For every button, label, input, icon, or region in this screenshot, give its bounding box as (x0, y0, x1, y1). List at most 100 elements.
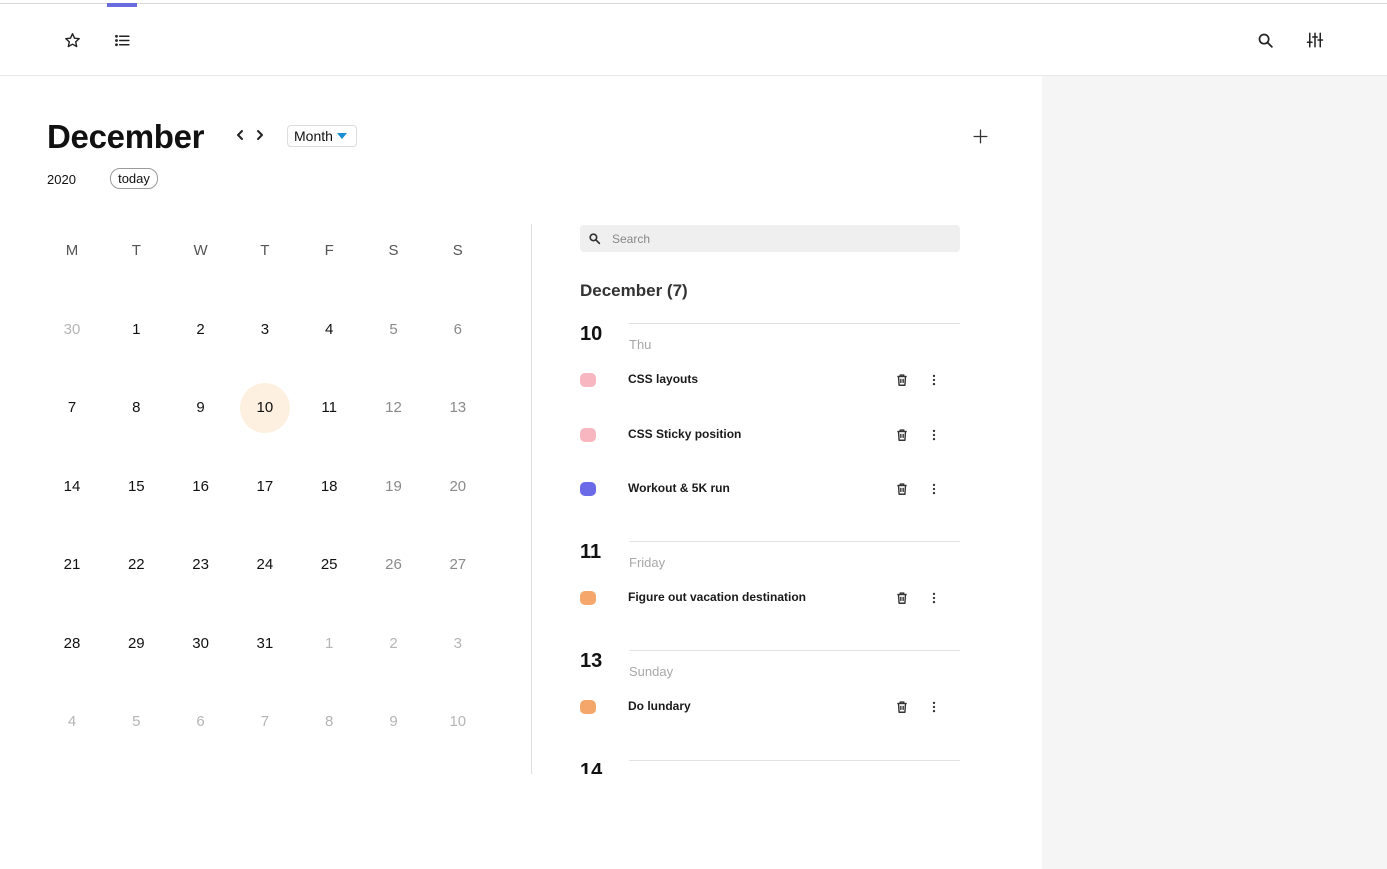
event-title: Figure out vacation destination (628, 590, 807, 604)
event-color-dot (580, 591, 596, 605)
agenda-day-divider (629, 541, 960, 542)
event-title: CSS Sticky position (628, 426, 742, 441)
toolbar (0, 4, 1387, 76)
weekday-header: F (324, 242, 334, 259)
calendar-day[interactable]: 31 (240, 618, 290, 668)
calendar-day[interactable]: 18 (304, 461, 354, 511)
prev-month-button[interactable] (231, 126, 249, 144)
calendar-day[interactable]: 5 (111, 697, 161, 747)
event-color-dot (580, 482, 596, 496)
agenda-event[interactable]: Figure out vacation destination (580, 586, 960, 610)
calendar-day[interactable]: 19 (369, 461, 419, 511)
calendar-day[interactable]: 30 (176, 618, 226, 668)
calendar-day[interactable]: 7 (47, 383, 97, 433)
calendar-day[interactable]: 17 (240, 461, 290, 511)
more-vertical-icon[interactable] (925, 589, 943, 607)
year-label: 2020 (47, 172, 76, 187)
sliders-icon[interactable] (1303, 28, 1327, 52)
caret-down-icon (337, 133, 347, 139)
calendar-day[interactable]: 5 (369, 304, 419, 354)
calendar-day[interactable]: 4 (304, 304, 354, 354)
event-color-dot (580, 373, 596, 387)
agenda-day-divider (629, 323, 960, 324)
calendar-day[interactable]: 23 (176, 540, 226, 590)
list-icon[interactable] (110, 28, 134, 52)
calendar-day[interactable]: 28 (47, 618, 97, 668)
chevron-right-icon (257, 130, 263, 140)
calendar-day[interactable]: 30 (47, 304, 97, 354)
weekday-header: M (65, 242, 79, 259)
calendar-day[interactable]: 11 (304, 383, 354, 433)
next-month-button[interactable] (251, 126, 269, 144)
calendar-day[interactable]: 3 (240, 304, 290, 354)
more-vertical-icon[interactable] (925, 698, 943, 716)
calendar-day[interactable]: 9 (176, 383, 226, 433)
weekday-header: W (193, 242, 208, 259)
view-select[interactable]: Month (287, 125, 357, 147)
agenda-event[interactable]: Do lundary (580, 695, 960, 719)
trash-icon[interactable] (893, 371, 911, 389)
agenda-weekday: Thu (629, 337, 652, 352)
calendar-day[interactable]: 12 (369, 383, 419, 433)
weekday-header: T (260, 242, 270, 259)
trash-icon[interactable] (893, 426, 911, 444)
weekday-header: S (388, 242, 399, 259)
more-vertical-icon[interactable] (925, 480, 943, 498)
calendar-day[interactable]: 15 (111, 461, 161, 511)
agenda-list: December (7) 10 Thu CSS layouts CSS Sticky … (570, 270, 970, 774)
calendar-day[interactable]: 2 (176, 304, 226, 354)
calendar-day[interactable]: 29 (111, 618, 161, 668)
event-title: Workout & 5K run (628, 481, 730, 495)
calendar-day[interactable]: 9 (369, 697, 419, 747)
calendar-day[interactable]: 21 (47, 540, 97, 590)
agenda-event[interactable]: CSS Sticky position (580, 423, 960, 447)
calendar-day[interactable]: 10 (433, 697, 483, 747)
plus-icon (972, 128, 988, 144)
agenda-day-number: 14 (580, 760, 603, 774)
weekday-header: T (131, 242, 141, 259)
calendar-day[interactable]: 13 (433, 383, 483, 433)
event-title: Do lundary (628, 699, 691, 713)
calendar-day[interactable]: 6 (176, 697, 226, 747)
calendar-day[interactable]: 26 (369, 540, 419, 590)
agenda-day-number: 11 (580, 541, 602, 563)
agenda-event[interactable]: CSS layouts (580, 368, 960, 392)
calendar-day[interactable]: 16 (176, 461, 226, 511)
agenda-day-number: 13 (580, 650, 603, 672)
calendar-day[interactable]: 20 (433, 461, 483, 511)
divider (531, 224, 532, 774)
weekday-header: S (452, 242, 463, 259)
search-icon[interactable] (1253, 28, 1277, 52)
calendar-day[interactable]: 27 (433, 540, 483, 590)
add-event-button[interactable] (968, 124, 992, 148)
calendar-day[interactable]: 22 (111, 540, 161, 590)
agenda-event[interactable]: Workout & 5K run (580, 477, 960, 501)
calendar-day[interactable]: 1 (304, 618, 354, 668)
calendar-day[interactable]: 7 (240, 697, 290, 747)
star-icon[interactable] (60, 28, 84, 52)
calendar-day[interactable]: 8 (111, 383, 161, 433)
calendar-day[interactable]: 2 (369, 618, 419, 668)
calendar-day[interactable]: 1 (111, 304, 161, 354)
month-title: December (47, 118, 205, 155)
calendar-day[interactable]: 6 (433, 304, 483, 354)
agenda-weekday: Friday (629, 555, 666, 570)
calendar-day[interactable]: 25 (304, 540, 354, 590)
chevron-left-icon (237, 130, 243, 140)
more-vertical-icon[interactable] (925, 371, 943, 389)
agenda-day-divider (629, 760, 960, 761)
today-button[interactable]: today (110, 168, 158, 189)
calendar-day[interactable]: 3 (433, 618, 483, 668)
calendar-day[interactable]: 8 (304, 697, 354, 747)
search-input[interactable] (612, 225, 952, 252)
event-color-dot (580, 427, 596, 442)
calendar-day[interactable]: 4 (47, 697, 97, 747)
calendar-day[interactable]: 10 (239, 382, 290, 433)
view-select-label: Month (294, 128, 333, 144)
trash-icon[interactable] (893, 480, 911, 498)
calendar-day[interactable]: 14 (47, 461, 97, 511)
trash-icon[interactable] (893, 698, 911, 716)
more-vertical-icon[interactable] (925, 426, 943, 444)
calendar-day[interactable]: 24 (240, 540, 290, 590)
trash-icon[interactable] (893, 589, 911, 607)
